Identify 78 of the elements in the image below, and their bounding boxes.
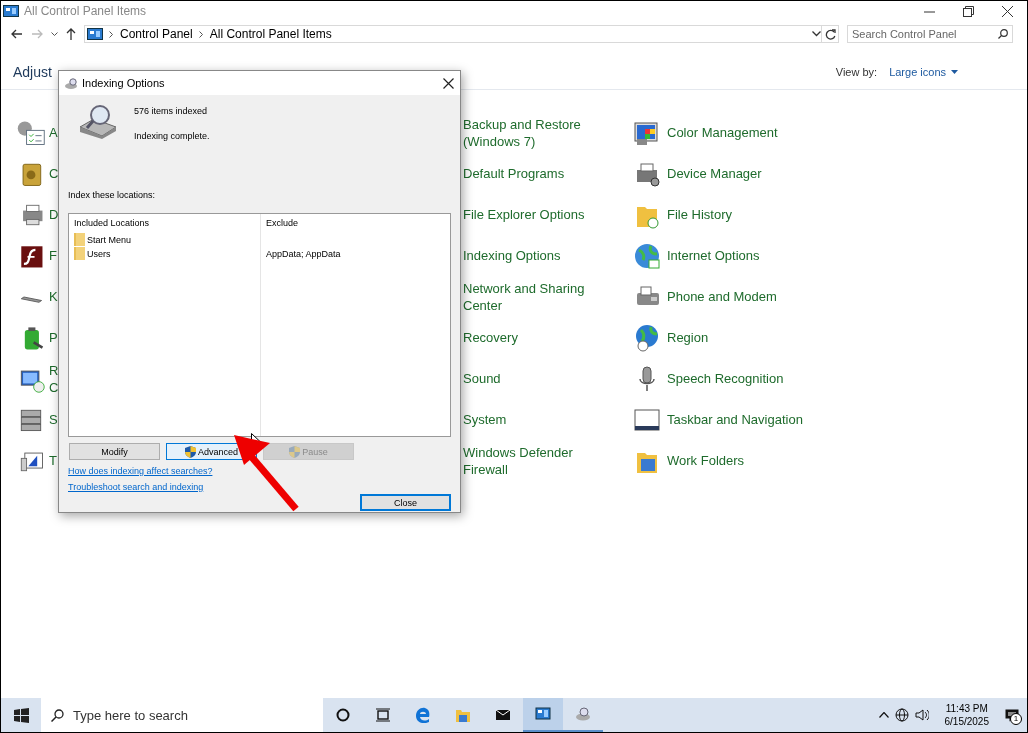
chevron-up-icon[interactable] <box>878 712 889 718</box>
folder-icon <box>74 247 85 260</box>
magnifier-drive-icon <box>575 706 591 722</box>
applet-link[interactable]: Windows Defender Firewall <box>463 443 603 478</box>
close-icon[interactable] <box>1002 5 1013 17</box>
exclude-item: AppData; AppData <box>266 248 341 259</box>
up-arrow-icon[interactable] <box>66 28 76 40</box>
applet-link[interactable]: File Explorer Options <box>463 206 603 223</box>
help-link[interactable]: How does indexing affect searches? <box>68 466 213 476</box>
page-heading: Adjust <box>13 64 53 80</box>
control-panel-icon <box>535 706 551 722</box>
applet-link[interactable]: System <box>463 411 603 428</box>
applet-link[interactable]: A <box>49 124 58 141</box>
taskbar-clock[interactable]: 11:43 PM 6/15/2025 <box>944 702 989 728</box>
close-button[interactable]: Close <box>360 494 451 511</box>
speaker-icon[interactable] <box>914 709 929 721</box>
cortana-circle-icon <box>335 707 351 723</box>
breadcrumb-item[interactable]: All Control Panel Items <box>209 27 332 41</box>
applet-link[interactable]: Default Programs <box>463 165 603 182</box>
applet-link[interactable]: Phone and Modem <box>667 288 777 305</box>
applet-link[interactable]: Backup and Restore (Windows 7) <box>463 115 603 150</box>
applet-link[interactable]: K <box>49 288 58 305</box>
applet-link[interactable]: D <box>49 206 59 223</box>
applet-link[interactable]: S <box>49 411 58 428</box>
edge-icon <box>415 707 431 723</box>
search-field[interactable]: Search Control Panel <box>847 25 1013 43</box>
back-arrow-icon[interactable] <box>11 29 23 39</box>
applet-link[interactable]: Indexing Options <box>463 247 603 264</box>
location-item[interactable]: Start Menu <box>87 234 132 245</box>
caret-icon <box>951 70 958 74</box>
applet-link[interactable]: Sound <box>463 370 603 387</box>
applet-link[interactable]: Color Management <box>667 124 778 141</box>
help-link[interactable]: Troubleshoot search and indexing <box>68 482 204 492</box>
task-view-icon <box>375 707 391 723</box>
dialog-title: Indexing Options <box>82 77 166 89</box>
indexing-drive-icon <box>78 103 118 139</box>
search-icon <box>51 708 64 722</box>
view-by-dropdown[interactable]: Large icons <box>889 66 958 78</box>
envelope-icon <box>495 707 511 723</box>
applet-link[interactable]: Network and Sharing Center <box>463 279 603 314</box>
location-item[interactable]: Users <box>87 248 111 259</box>
close-icon[interactable] <box>443 77 454 89</box>
column-header[interactable]: Included Locations <box>74 218 260 228</box>
chevron-right-icon <box>198 30 204 38</box>
search-icon <box>998 29 1008 39</box>
applet-link[interactable]: C <box>49 165 59 182</box>
applet-link[interactable]: Device Manager <box>667 165 762 182</box>
window-title: All Control Panel Items <box>24 4 148 18</box>
taskbar-search-field[interactable]: Type here to search <box>41 698 323 732</box>
applet-link[interactable]: Region <box>667 329 709 346</box>
windows-start-icon[interactable] <box>13 707 29 723</box>
applet-link[interactable]: Work Folders <box>667 452 745 469</box>
locations-label: Index these locations: <box>68 190 157 200</box>
applet-link[interactable]: File History <box>667 206 732 223</box>
dialog-button[interactable]: Modify <box>69 443 160 460</box>
applet-link[interactable]: F <box>49 247 57 264</box>
applet-link[interactable]: P <box>49 329 58 346</box>
applet-link[interactable]: Recovery <box>463 329 603 346</box>
applet-link[interactable]: R C <box>49 361 59 396</box>
chevron-right-icon <box>109 30 114 38</box>
dropdown-chevron-icon[interactable] <box>812 31 821 37</box>
refresh-icon[interactable] <box>824 28 836 40</box>
restore-icon[interactable] <box>963 5 974 17</box>
view-by-label: View by: <box>835 66 878 78</box>
magnifier-drive-icon <box>65 77 78 89</box>
column-header[interactable]: Exclude <box>266 218 450 228</box>
indexing-status: Indexing complete. <box>134 131 210 141</box>
folder-icon <box>455 707 471 723</box>
globe-network-icon[interactable] <box>894 708 909 722</box>
folder-icon <box>74 233 85 246</box>
applet-link[interactable]: T <box>49 452 57 469</box>
breadcrumb-item[interactable]: Control Panel <box>120 27 193 41</box>
applet-link[interactable]: Speech Recognition <box>667 370 784 387</box>
indexed-count: 576 items indexed <box>134 106 209 116</box>
control-panel-icon <box>87 28 103 40</box>
applet-link[interactable]: Internet Options <box>667 247 760 264</box>
chevron-down-icon[interactable] <box>51 31 58 37</box>
applet-link[interactable]: Taskbar and Navigation <box>667 411 803 428</box>
